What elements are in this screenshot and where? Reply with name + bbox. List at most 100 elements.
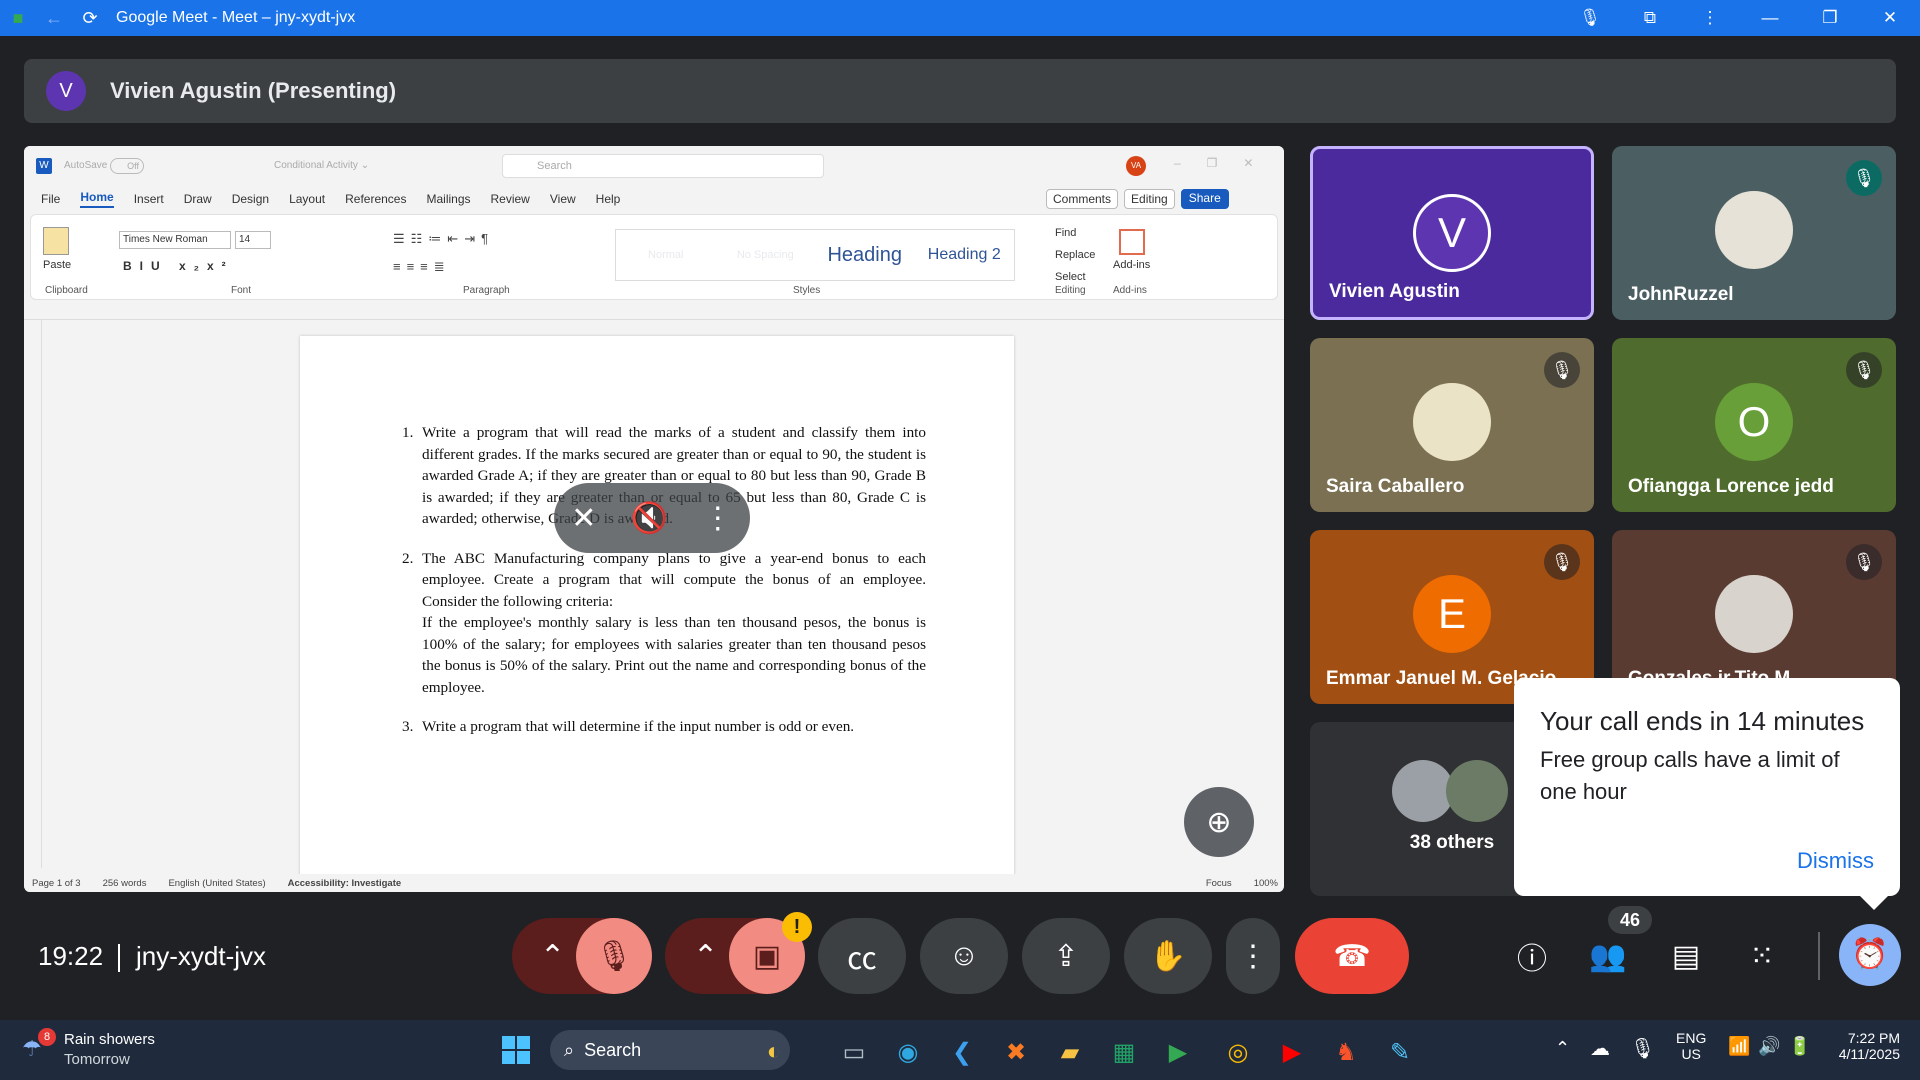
status-language[interactable]: English (United States) (168, 878, 265, 889)
extensions-icon[interactable]: ⧉ (1620, 8, 1680, 28)
tile-saira[interactable]: 🎙 Saira Caballero (1310, 338, 1594, 512)
classroom-icon[interactable]: ▦ (1108, 1036, 1140, 1068)
styles-gallery[interactable]: Normal No Spacing Heading Heading 2 (615, 229, 1015, 281)
mic-off-icon: 🎙 (594, 939, 634, 973)
menu-home[interactable]: Home (80, 190, 114, 208)
tile-johnruzzel[interactable]: 🎙 JohnRuzzel (1612, 146, 1896, 320)
close-button[interactable]: ✕ (1860, 8, 1920, 28)
status-focus[interactable]: Focus (1206, 878, 1232, 889)
doc-title[interactable]: Conditional Activity ⌄ (274, 160, 369, 171)
microphone-off-button[interactable]: 🎙 (576, 918, 652, 994)
tile-ofiangga[interactable]: 🎙 O Ofiangga Lorence jedd (1612, 338, 1896, 512)
paste-icon[interactable] (43, 227, 69, 255)
list-buttons[interactable]: ☰☷≔⇤⇥¶ (393, 231, 494, 247)
back-arrow-icon[interactable]: ← (36, 0, 72, 36)
paint-icon[interactable]: ✎ (1384, 1036, 1416, 1068)
align-buttons[interactable]: ≡≡≡≣ (393, 259, 451, 275)
reactions-button[interactable]: ☺ (920, 918, 1008, 994)
font-format-buttons[interactable]: BIU x₂x² (123, 259, 234, 273)
search-icon: ⌕ (564, 1039, 575, 1060)
style-no-spacing[interactable]: No Spacing (716, 249, 816, 261)
dismiss-button[interactable]: Dismiss (1797, 848, 1874, 874)
captions-button[interactable]: ㏄ (818, 918, 906, 994)
file-explorer-icon[interactable]: ▰ (1054, 1036, 1086, 1068)
avatar (1446, 760, 1508, 822)
leave-call-button[interactable]: ☎ (1295, 918, 1409, 994)
chat-button[interactable]: ▤ (1664, 918, 1708, 994)
chevron-up-icon[interactable]: ⌃ (693, 939, 718, 974)
chevron-up-icon[interactable]: ⌃ (540, 939, 565, 974)
menu-layout[interactable]: Layout (289, 192, 325, 206)
more-options-icon[interactable]: ⋮ (703, 501, 733, 536)
menu-draw[interactable]: Draw (184, 192, 212, 206)
shared-screen: W AutoSave Off Conditional Activity ⌄ Se… (24, 146, 1284, 892)
replace-button[interactable]: Replace (1055, 249, 1095, 261)
menu-design[interactable]: Design (232, 192, 269, 206)
reload-icon[interactable]: ⟳ (72, 0, 108, 36)
font-size-select[interactable]: 14 (235, 231, 271, 249)
status-accessibility[interactable]: Accessibility: Investigate (288, 878, 402, 889)
style-heading-2[interactable]: Heading 2 (915, 246, 1015, 264)
autosave-toggle[interactable]: Off (110, 158, 144, 174)
timer-alarm-icon[interactable]: ⏰ (1839, 924, 1901, 986)
word-user-avatar[interactable]: VA (1126, 156, 1146, 176)
taskbar-clock[interactable]: 7:22 PM 4/11/2025 (1820, 1030, 1900, 1062)
comments-button[interactable]: Comments (1046, 189, 1119, 209)
system-tray-icons[interactable]: 📶🔊🔋 (1728, 1036, 1819, 1057)
word-window-controls[interactable]: –❐✕ (1174, 156, 1280, 170)
paste-button[interactable]: Paste (43, 259, 71, 271)
divider (1818, 932, 1820, 980)
menu-insert[interactable]: Insert (134, 192, 164, 206)
chevron-up-icon[interactable]: ⌃ (1555, 1038, 1570, 1059)
menu-view[interactable]: View (550, 192, 576, 206)
mic-icon[interactable]: 🎙 (1630, 1036, 1655, 1061)
taskbar-search[interactable]: ⌕ Search (550, 1030, 790, 1070)
menu-mailings[interactable]: Mailings (426, 192, 470, 206)
pin-off-icon[interactable]: ✕ (571, 501, 596, 536)
maximize-button[interactable]: ❐ (1800, 8, 1860, 28)
share-button[interactable]: Share (1180, 189, 1229, 209)
chrome-icon[interactable]: ◎ (1222, 1036, 1254, 1068)
tile-vivien[interactable]: V Vivien Agustin (1310, 146, 1594, 320)
find-button[interactable]: Find (1055, 227, 1076, 239)
select-button[interactable]: Select (1055, 271, 1086, 283)
zoom-in-icon[interactable]: ⊕ (1184, 787, 1254, 857)
participant-name: Vivien Agustin (1329, 281, 1460, 302)
activities-button[interactable]: ⁙ (1740, 918, 1784, 994)
vscode-icon[interactable]: ❮ (946, 1036, 978, 1068)
language-indicator[interactable]: ENG US (1676, 1030, 1706, 1062)
raise-hand-button[interactable]: ✋ (1124, 918, 1212, 994)
meet-icon[interactable]: ▶ (1162, 1036, 1194, 1068)
status-zoom[interactable]: 100% (1254, 878, 1278, 889)
menu-file[interactable]: File (41, 192, 60, 206)
status-words[interactable]: 256 words (103, 878, 147, 889)
weather-text[interactable]: Rain showers (64, 1031, 155, 1048)
font-name-select[interactable]: Times New Roman (119, 231, 231, 249)
windows-start-icon[interactable] (502, 1036, 530, 1064)
brave-icon[interactable]: ♞ (1330, 1036, 1362, 1068)
menu-review[interactable]: Review (491, 192, 530, 206)
status-page[interactable]: Page 1 of 3 (32, 878, 81, 889)
menu-references[interactable]: References (345, 192, 406, 206)
addins-button[interactable]: Add-ins (1113, 259, 1150, 271)
word-search-input[interactable]: Search (502, 154, 824, 178)
more-menu-icon[interactable]: ⋮ (1680, 8, 1740, 28)
task-view-icon[interactable]: ▭ (838, 1036, 870, 1068)
style-heading[interactable]: Heading (815, 244, 915, 267)
meeting-info-button[interactable]: ⓘ (1510, 918, 1554, 994)
more-options-button[interactable]: ⋮ (1226, 918, 1280, 994)
document-page[interactable]: 1. Write a program that will read the ma… (300, 336, 1014, 876)
style-normal[interactable]: Normal (616, 249, 716, 261)
cloud-icon[interactable]: ☁ (1590, 1036, 1610, 1061)
mic-indicator-icon[interactable]: 🎙 (1560, 8, 1620, 28)
mute-presentation-icon[interactable]: 🔇 (631, 501, 668, 536)
addins-icon[interactable] (1119, 229, 1145, 255)
minimize-button[interactable]: — (1740, 8, 1800, 28)
camera-app-icon[interactable]: ◐ (758, 1036, 790, 1068)
youtube-icon[interactable]: ▶ (1276, 1036, 1308, 1068)
menu-help[interactable]: Help (596, 192, 621, 206)
editing-button[interactable]: Editing (1124, 189, 1175, 209)
edge-icon[interactable]: ◉ (892, 1036, 924, 1068)
xampp-icon[interactable]: ✖ (1000, 1036, 1032, 1068)
present-button[interactable]: ⇪ (1022, 918, 1110, 994)
